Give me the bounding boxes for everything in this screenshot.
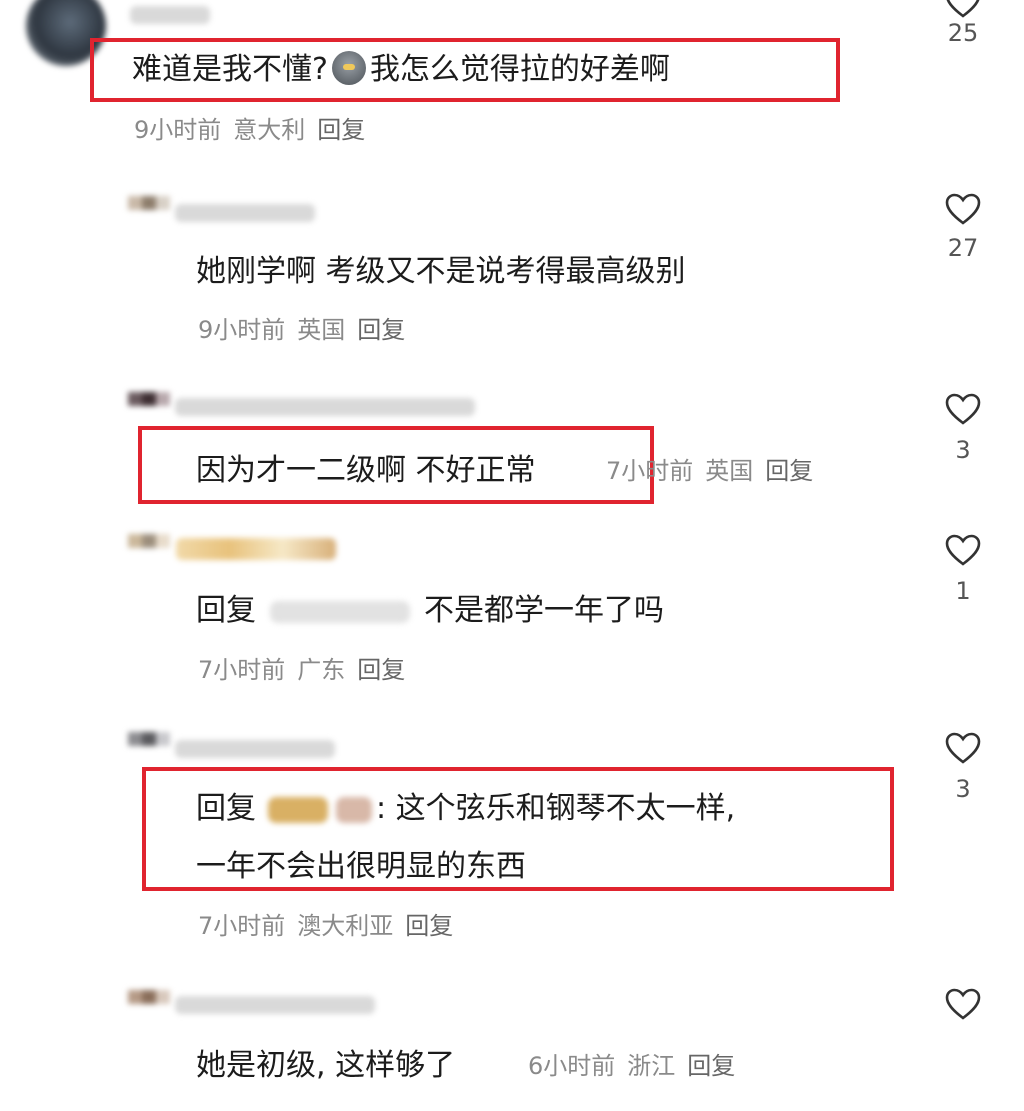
- avatar[interactable]: [128, 392, 170, 406]
- comment-location: 英国: [297, 316, 346, 344]
- mention-name-blurred[interactable]: [336, 796, 372, 823]
- comment-text: 她刚学啊 考级又不是说考得最高级别: [196, 254, 686, 289]
- heart-icon[interactable]: [933, 534, 993, 566]
- heart-icon[interactable]: [933, 0, 993, 18]
- avatar[interactable]: [128, 732, 170, 746]
- like-button[interactable]: 3: [933, 732, 993, 804]
- comment-meta: 7小时前 广东 回复: [198, 654, 417, 686]
- comment-time: 9小时前: [198, 316, 286, 344]
- like-count: 27: [947, 234, 979, 262]
- username-blurred[interactable]: [176, 538, 336, 560]
- avatar[interactable]: [128, 196, 170, 210]
- like-button[interactable]: 1: [933, 534, 993, 606]
- comment-text-part: 不是都学一年了吗: [424, 593, 664, 628]
- comment-meta: 7小时前 英国 回复: [606, 455, 825, 487]
- heart-icon[interactable]: [933, 393, 993, 425]
- comment-meta: 9小时前 意大利 回复: [134, 114, 377, 146]
- avatar[interactable]: [128, 990, 170, 1004]
- username-blurred[interactable]: [175, 740, 335, 758]
- comment-location: 澳大利亚: [297, 912, 394, 940]
- comment-location: 广东: [297, 656, 346, 684]
- like-count: 1: [955, 577, 971, 605]
- comment-time: 7小时前: [606, 457, 694, 485]
- reply-button[interactable]: 回复: [317, 116, 365, 144]
- heart-icon[interactable]: [933, 193, 993, 225]
- reply-prefix: 回复: [196, 593, 256, 628]
- username-blurred[interactable]: [130, 6, 210, 24]
- avatar[interactable]: [128, 534, 170, 548]
- comment-text: 她是初级, 这样够了: [196, 1048, 456, 1083]
- comment-text: 回复 : 这个弦乐和钢琴不太一样,: [196, 789, 735, 829]
- comment-time: 7小时前: [198, 656, 286, 684]
- comment-meta: 7小时前 澳大利亚 回复: [198, 910, 465, 942]
- username-blurred[interactable]: [175, 398, 475, 416]
- comment-text: 因为才一二级啊 不好正常: [196, 453, 536, 488]
- comment-location: 浙江: [627, 1052, 676, 1080]
- reply-button[interactable]: 回复: [687, 1052, 735, 1080]
- mention-avatar-blurred[interactable]: [268, 796, 328, 823]
- comment-text-part: 我怎么觉得拉的好差啊: [369, 52, 670, 87]
- comment-meta: 9小时前 英国 回复: [198, 314, 417, 346]
- comment-text: 难道是我不懂? 我怎么觉得拉的好差啊: [132, 50, 670, 90]
- like-count: 3: [955, 775, 971, 803]
- reply-prefix: 回复: [196, 791, 256, 826]
- comment-time: 9小时前: [134, 116, 222, 144]
- comment-meta: 6小时前 浙江 回复: [528, 1050, 747, 1082]
- reply-button[interactable]: 回复: [357, 316, 405, 344]
- like-count: 3: [955, 436, 971, 464]
- reply-button[interactable]: 回复: [765, 457, 813, 485]
- comment-location: 意大利: [233, 116, 306, 144]
- comment-text: 回复 不是都学一年了吗: [196, 591, 664, 631]
- like-count: 25: [947, 19, 979, 47]
- comment-text-part: 难道是我不懂?: [132, 52, 328, 87]
- comment-text-line2: 一年不会出很明显的东西: [196, 849, 526, 884]
- comment-time: 6小时前: [528, 1052, 616, 1080]
- reply-button[interactable]: 回复: [357, 656, 405, 684]
- like-button[interactable]: 27: [933, 193, 993, 263]
- username-blurred[interactable]: [175, 204, 315, 222]
- heart-icon[interactable]: [933, 988, 993, 1020]
- like-button[interactable]: 25: [933, 0, 993, 48]
- username-blurred[interactable]: [175, 996, 375, 1014]
- like-button[interactable]: 3: [933, 393, 993, 465]
- reply-button[interactable]: 回复: [405, 912, 453, 940]
- like-button[interactable]: [933, 988, 993, 1020]
- comment-text-part: : 这个弦乐和钢琴不太一样,: [376, 791, 736, 826]
- comment-time: 7小时前: [198, 912, 286, 940]
- heart-icon[interactable]: [933, 732, 993, 764]
- comment-location: 英国: [705, 457, 754, 485]
- mention-blurred[interactable]: [270, 600, 410, 623]
- crying-face-icon: [331, 51, 366, 85]
